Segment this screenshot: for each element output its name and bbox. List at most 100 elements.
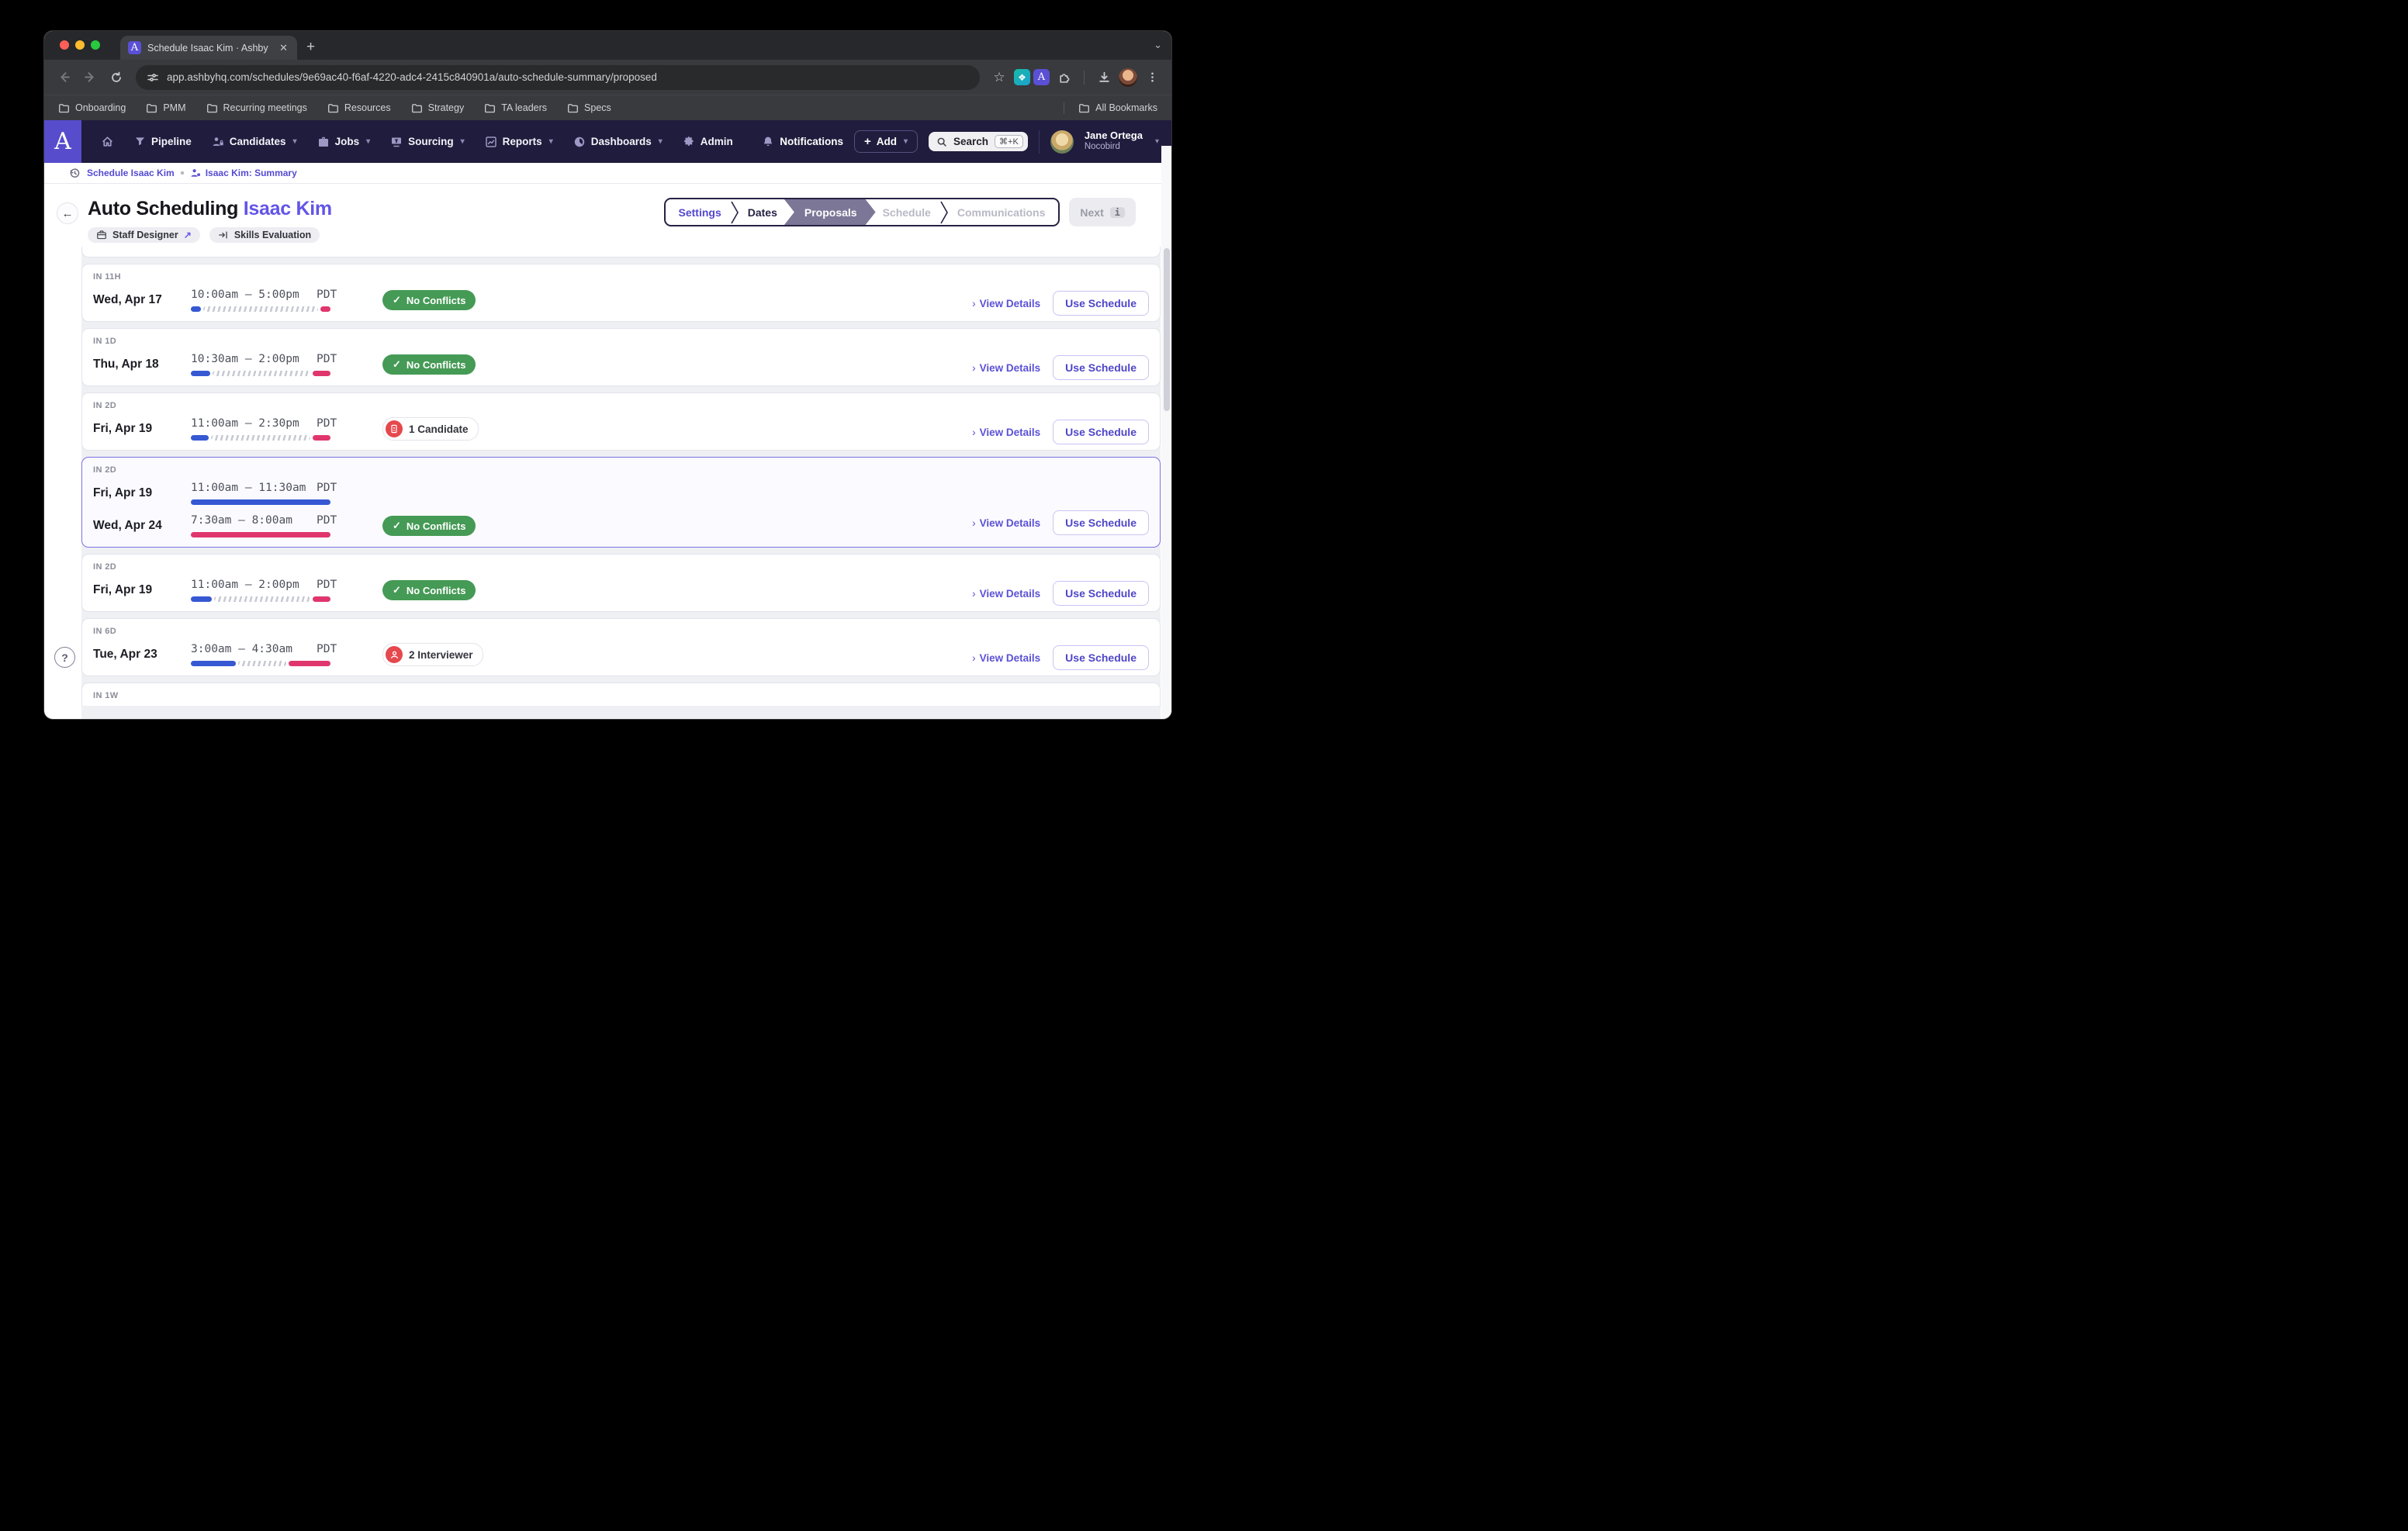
- ashby-logo[interactable]: A: [44, 120, 81, 163]
- add-button[interactable]: + Add ▾: [853, 130, 919, 153]
- new-tab-button[interactable]: +: [306, 39, 315, 56]
- downloads-icon[interactable]: [1092, 66, 1116, 89]
- proposal-card-selected[interactable]: IN 2D Fri, Apr 19 11:00am — 11:30am PDT W…: [81, 457, 1161, 548]
- view-details-label: View Details: [979, 297, 1041, 309]
- view-details-link[interactable]: › View Details: [972, 426, 1040, 438]
- bell-icon: [763, 137, 773, 146]
- proposal-card-above[interactable]: [81, 247, 1161, 257]
- view-details-link[interactable]: › View Details: [972, 651, 1040, 664]
- url-bar[interactable]: app.ashbyhq.com/schedules/9e69ac40-f6af-…: [136, 64, 980, 90]
- badge-label: No Conflicts: [406, 520, 466, 532]
- search-shortcut-badge: ⌘+K: [995, 135, 1023, 148]
- interviewer-conflict-badge[interactable]: 2 Interviewer: [382, 643, 483, 666]
- eta-label: IN 2D: [93, 562, 117, 572]
- view-details-link[interactable]: › View Details: [972, 361, 1040, 374]
- proposal-card[interactable]: IN 1D Thu, Apr 18 10:30am — 2:00pm PDT ✓ …: [81, 328, 1161, 386]
- nav-pipeline[interactable]: Pipeline: [126, 130, 200, 154]
- bookmark-folder-onboarding[interactable]: Onboarding: [58, 102, 126, 114]
- proposal-date: Tue, Apr 23: [93, 648, 157, 661]
- step-dates[interactable]: Dates: [735, 199, 791, 225]
- nav-candidates[interactable]: Candidates ▾: [203, 130, 306, 154]
- bookmark-folder-ta-leaders[interactable]: TA leaders: [484, 102, 547, 114]
- browser-window: A Schedule Isaac Kim · Ashby ✕ + ⌄ app.a…: [44, 31, 1171, 719]
- all-bookmarks-button[interactable]: All Bookmarks: [1064, 102, 1157, 114]
- nav-jobs[interactable]: Jobs ▾: [309, 130, 379, 154]
- nav-label: Jobs: [334, 136, 360, 147]
- nav-home[interactable]: [92, 129, 123, 154]
- breadcrumb-summary[interactable]: Isaac Kim: Summary: [190, 168, 297, 178]
- next-shortcut-badge: i: [1109, 206, 1125, 218]
- back-button[interactable]: ←: [57, 202, 78, 224]
- reload-icon[interactable]: [105, 66, 128, 89]
- site-settings-icon[interactable]: [147, 71, 159, 84]
- use-schedule-button[interactable]: Use Schedule: [1053, 291, 1149, 316]
- view-details-link[interactable]: › View Details: [972, 297, 1040, 309]
- step-proposals[interactable]: Proposals: [784, 199, 876, 225]
- page-scrollbar[interactable]: [1161, 146, 1171, 719]
- bookmark-folder-pmm[interactable]: PMM: [146, 102, 186, 114]
- workflow-stepper: Settings Dates Proposals Schedule Commun…: [663, 198, 1060, 226]
- proposal-card[interactable]: IN 11H Wed, Apr 17 10:00am — 5:00pm PDT ✓…: [81, 264, 1161, 322]
- view-details-link[interactable]: › View Details: [972, 587, 1040, 600]
- proposal-time: 11:00am — 2:00pm: [191, 579, 299, 591]
- view-details-link[interactable]: › View Details: [972, 517, 1040, 529]
- use-schedule-button[interactable]: Use Schedule: [1053, 420, 1149, 444]
- extension-icon-teal[interactable]: ❖: [1014, 69, 1030, 85]
- nav-sourcing[interactable]: Sourcing ▾: [382, 130, 473, 154]
- use-schedule-button[interactable]: Use Schedule: [1053, 355, 1149, 380]
- nav-reports[interactable]: Reports ▾: [476, 130, 562, 154]
- bookmark-folder-specs[interactable]: Specs: [567, 102, 611, 114]
- proposal-card[interactable]: IN 2D Fri, Apr 19 11:00am — 2:30pm PDT 1…: [81, 392, 1161, 451]
- extension-icon-ashby[interactable]: A: [1033, 69, 1050, 85]
- proposal-timezone: PDT: [317, 353, 337, 365]
- nav-dashboards[interactable]: Dashboards ▾: [565, 130, 671, 154]
- all-bookmarks-label: All Bookmarks: [1095, 102, 1157, 113]
- browser-menu-icon[interactable]: [1140, 66, 1164, 89]
- candidate-slot-segment: [191, 499, 330, 505]
- window-controls[interactable]: [60, 40, 100, 50]
- proposal-card[interactable]: IN 6D Tue, Apr 23 3:00am — 4:30am PDT 2 …: [81, 618, 1161, 676]
- help-button[interactable]: ?: [54, 647, 75, 668]
- notifications-button[interactable]: Notifications: [762, 136, 843, 148]
- candidate-conflict-badge[interactable]: 1 Candidate: [382, 417, 479, 441]
- minimize-window-button[interactable]: [75, 40, 85, 50]
- proposal-time: 10:30am — 2:00pm: [191, 353, 299, 365]
- step-communications[interactable]: Communications: [944, 199, 1059, 225]
- bookmark-folder-resources[interactable]: Resources: [327, 102, 391, 114]
- chevron-down-icon[interactable]: ▾: [1155, 137, 1159, 146]
- url-text[interactable]: app.ashbyhq.com/schedules/9e69ac40-f6af-…: [167, 71, 657, 83]
- nav-admin[interactable]: Admin: [674, 130, 742, 154]
- bookmark-star-icon[interactable]: ☆: [988, 66, 1011, 89]
- bookmark-folder-strategy[interactable]: Strategy: [411, 102, 464, 114]
- global-search[interactable]: Search ⌘+K: [929, 132, 1028, 151]
- search-icon: [937, 137, 946, 147]
- step-schedule[interactable]: Schedule: [870, 199, 944, 225]
- breadcrumb-schedule[interactable]: Schedule Isaac Kim: [87, 168, 175, 178]
- user-avatar[interactable]: [1050, 130, 1074, 154]
- step-settings[interactable]: Settings: [666, 199, 735, 225]
- zoom-window-button[interactable]: [91, 40, 100, 50]
- use-schedule-button[interactable]: Use Schedule: [1053, 510, 1149, 535]
- user-name: Jane Ortega: [1084, 130, 1143, 142]
- proposal-card[interactable]: IN 2D Fri, Apr 19 11:00am — 2:00pm PDT ✓ …: [81, 554, 1161, 612]
- person-icon: [191, 169, 200, 177]
- job-tag[interactable]: Staff Designer ↗: [88, 227, 200, 243]
- proposal-card-partial[interactable]: IN 1W: [81, 683, 1161, 706]
- back-icon[interactable]: [52, 66, 75, 89]
- bookmark-folder-recurring-meetings[interactable]: Recurring meetings: [206, 102, 307, 114]
- use-schedule-button[interactable]: Use Schedule: [1053, 581, 1149, 606]
- tab-search-icon[interactable]: ⌄: [1154, 39, 1162, 51]
- browser-tab[interactable]: A Schedule Isaac Kim · Ashby ✕: [120, 36, 297, 60]
- tab-close-icon[interactable]: ✕: [278, 42, 289, 54]
- user-menu[interactable]: Jane Ortega Nocobird: [1085, 130, 1143, 152]
- close-window-button[interactable]: [60, 40, 69, 50]
- browser-profile-avatar[interactable]: [1119, 67, 1137, 87]
- scrollbar-thumb[interactable]: [1164, 248, 1170, 411]
- browser-toolbar: app.ashbyhq.com/schedules/9e69ac40-f6af-…: [44, 60, 1171, 95]
- use-schedule-button[interactable]: Use Schedule: [1053, 645, 1149, 670]
- stage-tag[interactable]: Skills Evaluation: [209, 227, 320, 243]
- extensions-puzzle-icon[interactable]: [1053, 66, 1076, 89]
- next-button[interactable]: Next i: [1069, 198, 1136, 226]
- forward-icon[interactable]: [78, 66, 102, 89]
- candidate-slot-segment: [191, 306, 201, 312]
